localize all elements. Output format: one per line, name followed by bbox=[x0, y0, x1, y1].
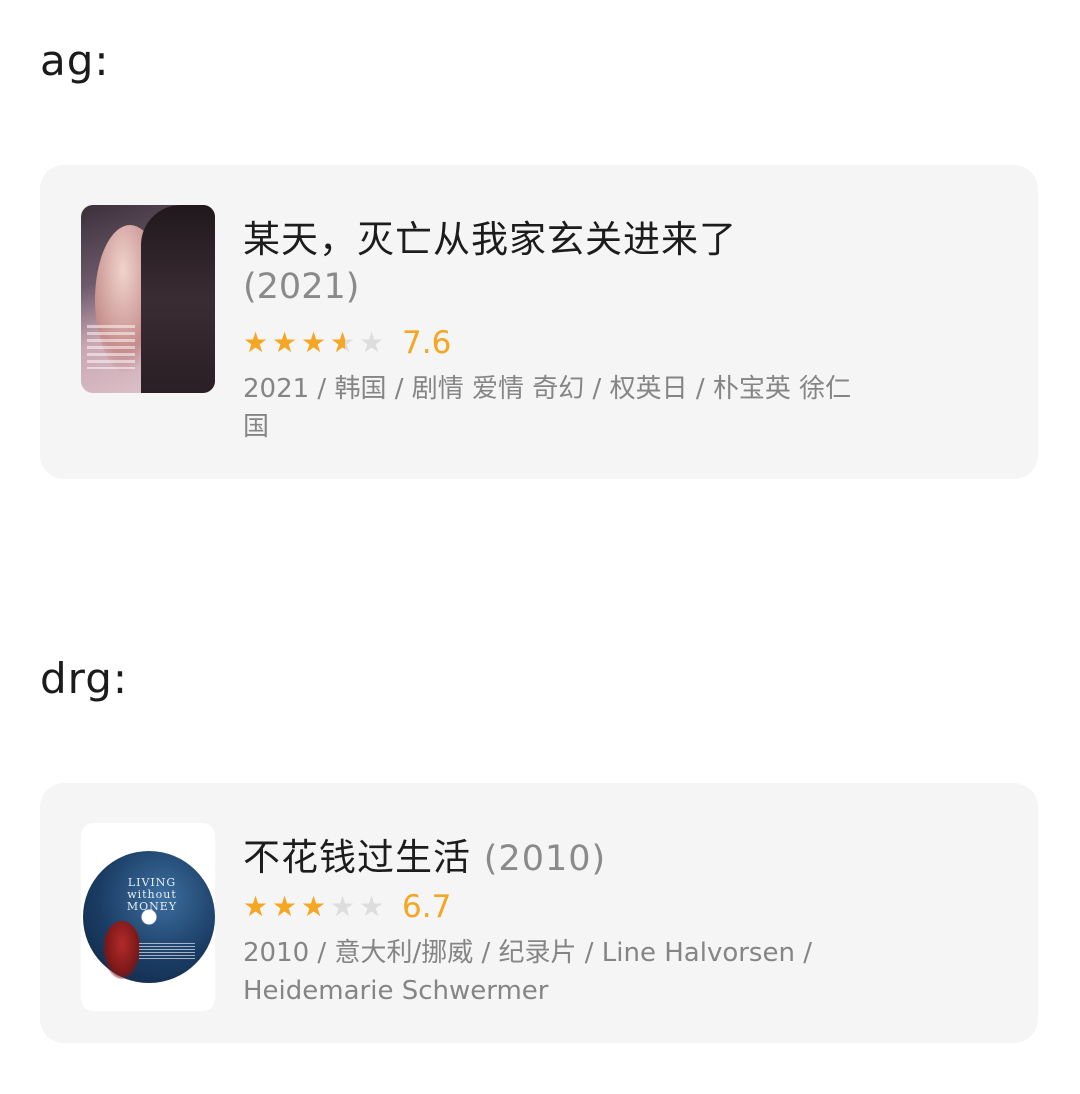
star-rating: ★ ★ ★ ★ ★ ★ ★ ★ bbox=[243, 893, 388, 921]
star-fill: ★ bbox=[301, 329, 327, 357]
star-fill: ★ bbox=[243, 329, 269, 357]
movie-meta: 2010 / 意大利/挪威 / 纪录片 / Line Halvorsen / H… bbox=[243, 938, 812, 1006]
disc-image: LIVING without MONEY bbox=[83, 851, 215, 983]
star-icon: ★ ★ bbox=[330, 326, 356, 359]
movie-year: (2021) bbox=[243, 267, 360, 307]
star-fill: ★ bbox=[243, 893, 269, 921]
star-icon: ★ bbox=[359, 326, 385, 359]
star-fill: ★ bbox=[330, 329, 345, 357]
star-icon: ★ ★ bbox=[272, 893, 301, 921]
poster-figure-man bbox=[141, 205, 215, 393]
star-icon: ★ ★ bbox=[272, 329, 301, 357]
star-icon: ★ ★ bbox=[301, 329, 330, 357]
movie-title-row[interactable]: 不花钱过生活 (2010) bbox=[243, 827, 606, 881]
movie-meta: 2021 / 韩国 / 剧情 爱情 奇幻 / 权英日 / 朴宝英 徐仁国 bbox=[243, 374, 852, 442]
rating-score: 6.7 bbox=[402, 889, 452, 925]
star-icon: ★ ★ bbox=[243, 329, 272, 357]
section-label-ag: ag: bbox=[40, 36, 110, 85]
poster-text: LIVING without MONEY bbox=[126, 876, 178, 913]
star-icon: ★ ★ bbox=[301, 893, 330, 921]
movie-card[interactable]: 某天，灭亡从我家玄关进来了 (2021) ★ ★ ★ ★ ★ ★ ★ ★ ★ 7.6 2021 … bbox=[40, 165, 1038, 479]
star-icon: ★ ★ bbox=[243, 893, 272, 921]
movie-year: (2010) bbox=[483, 839, 607, 879]
movie-title[interactable]: 某天，灭亡从我家玄关进来了 bbox=[243, 209, 737, 263]
star-fill: ★ bbox=[272, 329, 298, 357]
star-icon: ★ bbox=[330, 890, 356, 923]
star-icon: ★ bbox=[359, 890, 385, 923]
poster-image[interactable]: LIVING without MONEY bbox=[81, 823, 215, 1011]
section-label-drg: drg: bbox=[40, 654, 128, 703]
movie-title[interactable]: 不花钱过生活 bbox=[243, 836, 471, 879]
poster-image[interactable] bbox=[81, 205, 215, 393]
rating-score: 7.6 bbox=[402, 325, 452, 361]
disc-fine-print bbox=[139, 943, 195, 959]
star-fill: ★ bbox=[272, 893, 298, 921]
movie-card[interactable]: LIVING without MONEY 不花钱过生活 (2010) ★ ★ ★ ★ ★… bbox=[40, 783, 1038, 1043]
star-rating: ★ ★ ★ ★ ★ ★ ★ ★ ★ bbox=[243, 329, 388, 357]
star-fill: ★ bbox=[301, 893, 327, 921]
rating-row: ★ ★ ★ ★ ★ ★ ★ ★ ★ 7.6 bbox=[243, 325, 451, 361]
poster-korean-title bbox=[87, 325, 135, 369]
disc-figure bbox=[103, 921, 141, 979]
rating-row: ★ ★ ★ ★ ★ ★ ★ ★ 6.7 bbox=[243, 889, 451, 925]
